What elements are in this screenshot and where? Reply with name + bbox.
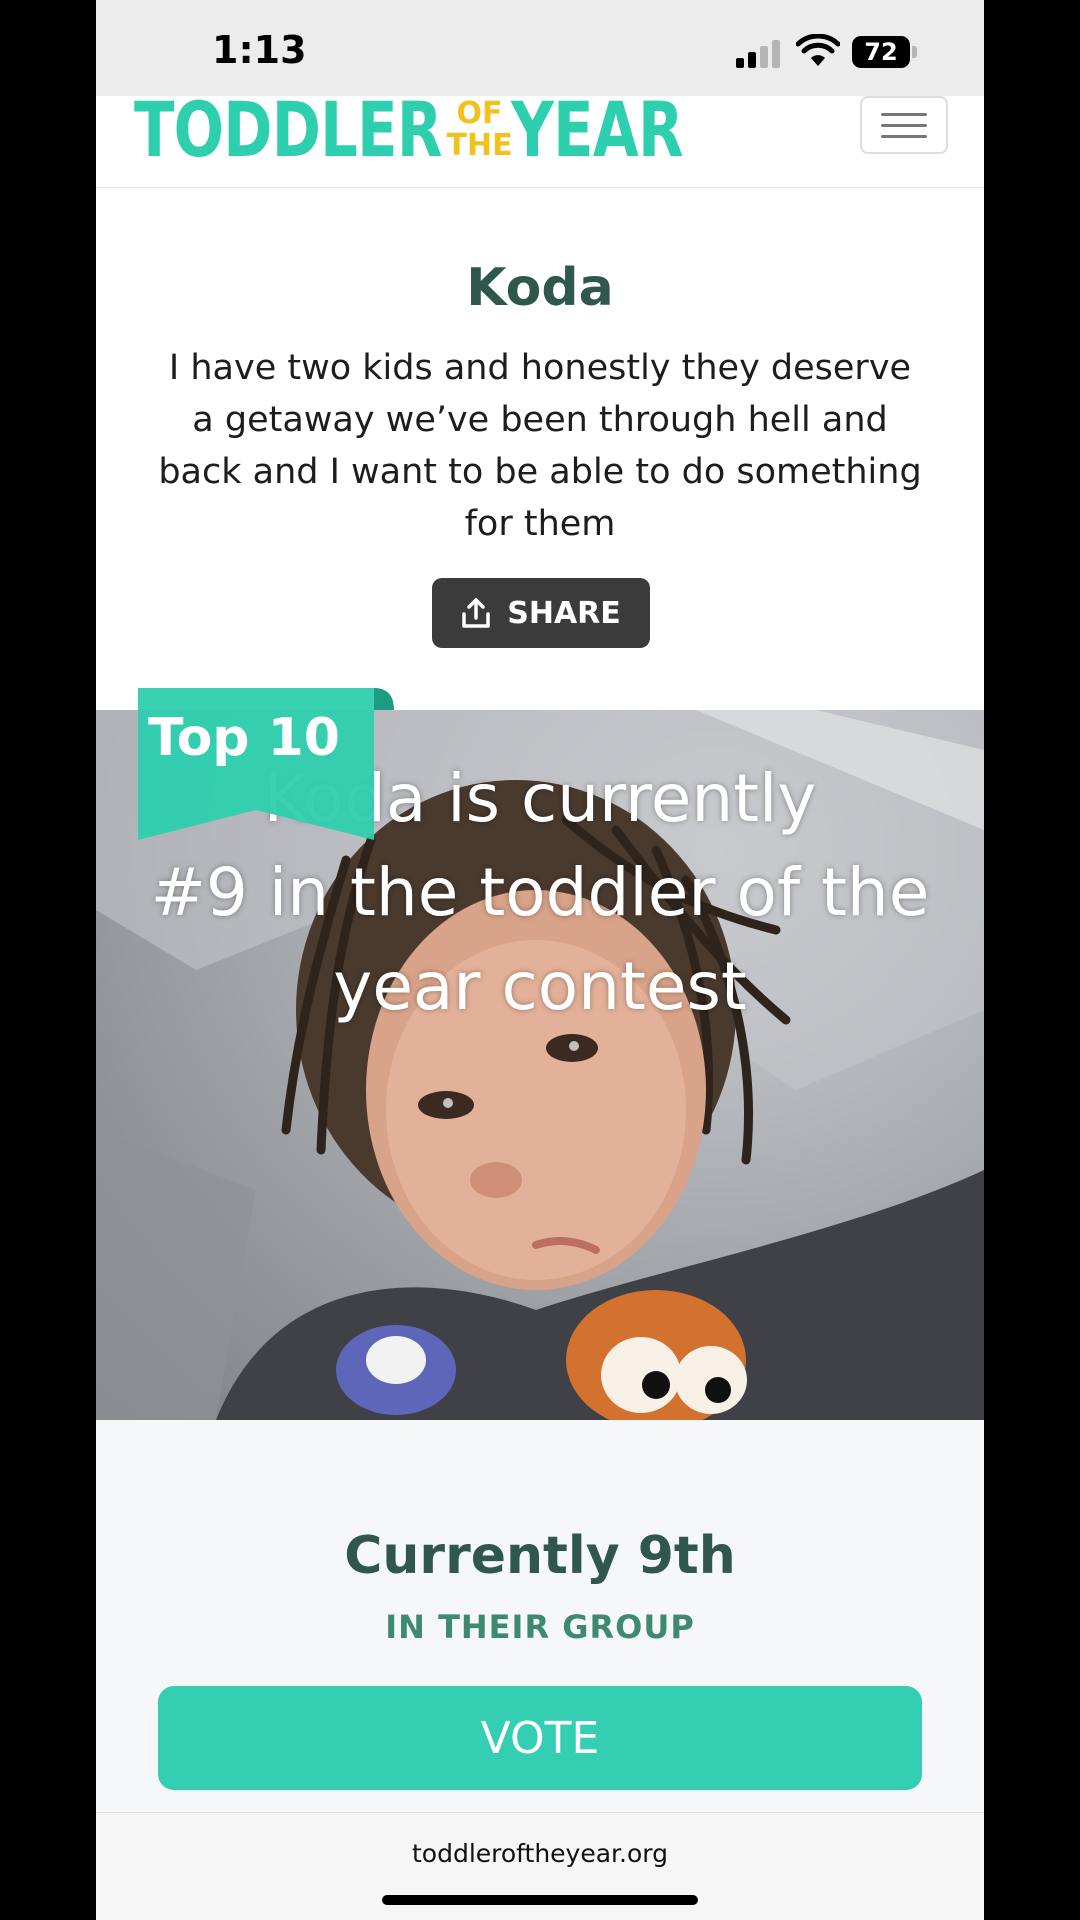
status-bar: 1:13 72	[96, 0, 984, 96]
menu-button[interactable]	[860, 96, 948, 154]
site-logo[interactable]: TODDLER OF THE YEAR	[134, 85, 731, 174]
site-header: TODDLER OF THE YEAR	[96, 85, 984, 188]
rank-section: Currently 9th IN THEIR GROUP VOTE	[96, 1420, 984, 1812]
share-button[interactable]: SHARE	[432, 578, 650, 648]
contestant-name: Koda	[466, 258, 614, 318]
share-label: SHARE	[507, 595, 621, 631]
logo-word-toddler: TODDLER	[134, 85, 442, 174]
logo-word-year: YEAR	[510, 85, 684, 174]
logo-of-the: OF THE	[447, 98, 513, 162]
home-indicator[interactable]	[382, 1895, 698, 1905]
hamburger-icon-line	[881, 112, 927, 116]
wifi-icon	[796, 34, 840, 66]
url-text[interactable]: toddleroftheyear.org	[96, 1839, 984, 1868]
caption-line: year contest	[333, 948, 747, 1025]
logo-the: THE	[446, 128, 513, 163]
battery-icon: 72	[852, 36, 910, 68]
upload-icon	[462, 598, 490, 628]
top-10-badge-label: Top 10	[148, 708, 340, 768]
rank-subtitle: IN THEIR GROUP	[385, 1608, 695, 1646]
status-time: 1:13	[212, 28, 307, 72]
hamburger-icon-line	[881, 123, 927, 127]
cellular-signal-icon	[736, 40, 782, 68]
battery-level: 72	[864, 38, 898, 66]
hamburger-icon-line	[881, 134, 927, 138]
caption-line: #9 in the toddler of the	[150, 854, 930, 931]
logo-of: OF	[456, 96, 503, 131]
phone-screen: 1:13 72 TODDLER OF THE YEAR Koda I have …	[96, 0, 984, 1920]
browser-url-bar[interactable]: toddleroftheyear.org	[96, 1812, 984, 1920]
contestant-bio: I have two kids and honestly they deserv…	[158, 348, 922, 544]
vote-button[interactable]: VOTE	[158, 1686, 922, 1790]
battery-nub	[912, 46, 917, 58]
rank-title: Currently 9th	[344, 1526, 736, 1586]
